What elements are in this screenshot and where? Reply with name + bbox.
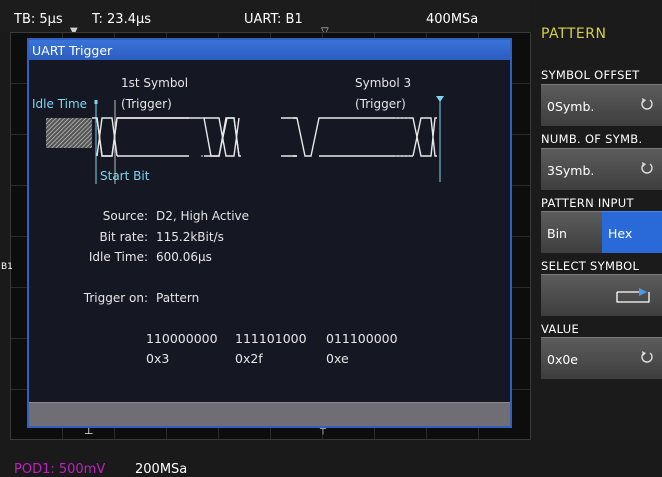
trigger-on-label: Trigger on: — [83, 291, 148, 305]
idle-time-label: Idle Time: — [88, 250, 148, 264]
value-value: 0x0e — [547, 352, 578, 367]
timebase-readout: TB: 5µs — [14, 12, 63, 27]
cycle-arrow-icon — [616, 288, 650, 303]
dialog-body: Idle Time 1st Symbol (Trigger) Symbol 3 … — [29, 60, 510, 402]
symbol-offset-label: SYMBOL OFFSET — [541, 68, 640, 82]
bus-label: B1 — [1, 262, 13, 272]
source-value: D2, High Active — [156, 209, 250, 223]
side-menu: PATTERN SYMBOL OFFSET 0Symb. NUMB. OF SY… — [531, 0, 662, 440]
symbol-offset-button[interactable]: 0Symb. — [541, 84, 662, 126]
uart-trigger-dialog: UART Trigger Idle Time 1st Symbol (Trigg… — [27, 38, 512, 428]
pattern-hex-2: 0x2f — [235, 351, 263, 366]
select-symbol-button[interactable] — [541, 274, 662, 316]
pattern-input-label: PATTERN INPUT — [541, 196, 634, 210]
uart-timing-diagram — [46, 96, 444, 184]
trigger-source-readout: UART: B1 — [244, 12, 303, 27]
symbol3-label: Symbol 3 — [355, 76, 412, 90]
symbol3-trigger-label: (Trigger) — [355, 97, 406, 111]
first-symbol-trigger-label: (Trigger) — [121, 97, 172, 111]
numb-of-symb-label: NUMB. OF SYMB. — [541, 132, 643, 146]
select-symbol-label: SELECT SYMBOL — [541, 259, 640, 273]
pattern-input-toggle[interactable]: Bin Hex — [541, 211, 662, 253]
pattern-hex-1: 0x3 — [146, 351, 170, 366]
source-label: Source: — [102, 209, 148, 223]
rotary-knob-icon — [641, 98, 653, 110]
pattern-input-hex-option[interactable]: Hex — [602, 211, 662, 253]
trigger-time-readout: T: 23.4µs — [92, 12, 152, 27]
rotary-knob-icon — [641, 351, 653, 363]
value-label: VALUE — [541, 322, 580, 336]
idle-time-diagram-label: Idle Time — [32, 97, 88, 111]
idle-hatch — [46, 118, 92, 148]
bottom-status-bar: POD1: 500mV 200MSa — [0, 440, 662, 477]
dialog-title: UART Trigger — [29, 40, 510, 60]
pod-sample-rate: 200MSa — [135, 462, 188, 477]
pattern-bits-3: 011100000 — [326, 331, 398, 346]
bitrate-value: 115.2kBit/s — [156, 230, 224, 244]
first-symbol-label: 1st Symbol — [121, 76, 189, 90]
value-button[interactable]: 0x0e — [541, 337, 662, 379]
side-menu-title: PATTERN — [541, 26, 607, 42]
sample-rate-readout: 400MSa — [426, 12, 479, 27]
bitrate-label: Bit rate: — [99, 230, 148, 244]
symbol-offset-value: 0Symb. — [547, 99, 595, 114]
idle-time-value: 600.06µs — [156, 250, 212, 264]
start-bit-label: Start Bit — [100, 169, 150, 183]
pattern-bits-1: 110000000 — [146, 331, 218, 346]
dialog-footer — [29, 402, 510, 426]
pod1-readout[interactable]: POD1: 500mV — [14, 462, 105, 477]
top-status-bar: TB: 5µs T: 23.4µs UART: B1 400MSa ▼ ▽ — [0, 0, 530, 37]
pattern-input-bin-option[interactable]: Bin — [541, 211, 602, 253]
numb-of-symb-value: 3Symb. — [547, 163, 595, 178]
pattern-hex-3: 0xe — [326, 351, 349, 366]
rotary-knob-icon — [641, 162, 653, 174]
trigger-on-value: Pattern — [156, 291, 200, 305]
pattern-bits-2: 111101000 — [235, 331, 307, 346]
numb-of-symb-button[interactable]: 3Symb. — [541, 148, 662, 190]
